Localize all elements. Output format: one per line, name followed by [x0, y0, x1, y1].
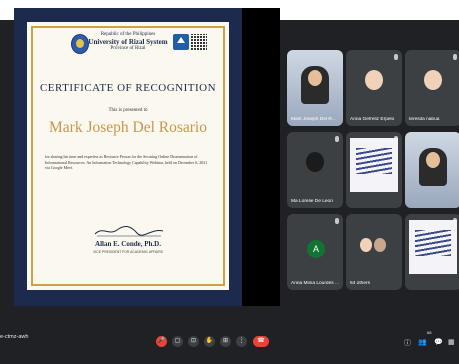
participant-name: Anna Gefreliz Erpelo: [350, 117, 395, 122]
mic-off-button[interactable]: 🎤: [156, 336, 167, 347]
people-count-badge: 68: [427, 330, 432, 335]
end-call-button[interactable]: ☎: [253, 336, 269, 347]
chat-icon[interactable]: 💬: [434, 338, 443, 346]
avatar: [360, 238, 372, 252]
meeting-code: e-ctmz-awh: [0, 334, 29, 340]
avatar: [424, 70, 442, 90]
people-icon[interactable]: 👥: [418, 338, 427, 346]
participant-name: Anna Minia Lourdes ...: [291, 281, 339, 286]
mic-muted-icon: [394, 54, 398, 60]
presentation-area: Republic of the Philippines University o…: [14, 8, 242, 306]
certification-logo-icon: [173, 34, 189, 50]
signer-role: VICE PRESIDENT FOR ACADEMIC AFFAIRS: [93, 250, 163, 254]
presented-to: This is presented to: [108, 108, 148, 113]
activities-icon[interactable]: ▦: [448, 338, 455, 346]
participant-video: [405, 132, 459, 208]
participant-name: Ma Lorelie De Leon: [291, 199, 333, 204]
divider-strip: [242, 8, 280, 306]
avatar: A: [307, 240, 325, 258]
shared-slide-thumbnail: [350, 138, 398, 192]
shared-slide-thumbnail: [409, 220, 457, 274]
avatar: [306, 152, 324, 172]
participant-name: Mark Joseph Del R...: [291, 117, 336, 122]
camera-button[interactable]: ▢: [172, 336, 183, 347]
others-count: 64 others: [350, 281, 371, 286]
present-button[interactable]: ⊞: [220, 336, 231, 347]
participant-name: teresita nabua: [409, 117, 440, 122]
certificate-title: CERTIFICATE OF RECOGNITION: [39, 82, 217, 94]
participant-video: [287, 50, 343, 126]
mic-muted-icon: [335, 136, 339, 142]
certificate: Republic of the Philippines University o…: [27, 22, 229, 290]
qr-code-icon: [191, 34, 207, 50]
avatar: [374, 238, 386, 252]
certificate-body: for sharing his time and expertise as Re…: [45, 154, 208, 170]
recipient-name: Mark Joseph Del Rosario: [49, 119, 207, 136]
signature-icon: [94, 225, 164, 237]
participant-tile[interactable]: [346, 132, 402, 208]
mic-muted-icon: [335, 218, 339, 224]
participant-tile[interactable]: Ma Lorelie De Leon: [287, 132, 343, 208]
participant-tile[interactable]: teresita nabua: [405, 50, 459, 126]
participant-tile[interactable]: Anna Gefreliz Erpelo: [346, 50, 402, 126]
avatar: [365, 70, 383, 90]
participant-tile[interactable]: [405, 214, 459, 290]
signer-name: Allan E. Conde, Ph.D.: [95, 240, 161, 248]
certificate-header: Republic of the Philippines University o…: [27, 32, 229, 66]
participant-tile[interactable]: A Anna Minia Lourdes ...: [287, 214, 343, 290]
raise-hand-button[interactable]: ✋: [204, 336, 215, 347]
participant-tile[interactable]: [405, 132, 459, 208]
captions-button[interactable]: ⊡: [188, 336, 199, 347]
participant-tile[interactable]: Mark Joseph Del R...: [287, 50, 343, 126]
more-options-button[interactable]: ⋮: [236, 336, 247, 347]
mic-muted-icon: [453, 54, 457, 60]
others-tile[interactable]: 64 others: [346, 214, 402, 290]
info-icon[interactable]: ⓘ: [404, 338, 411, 348]
